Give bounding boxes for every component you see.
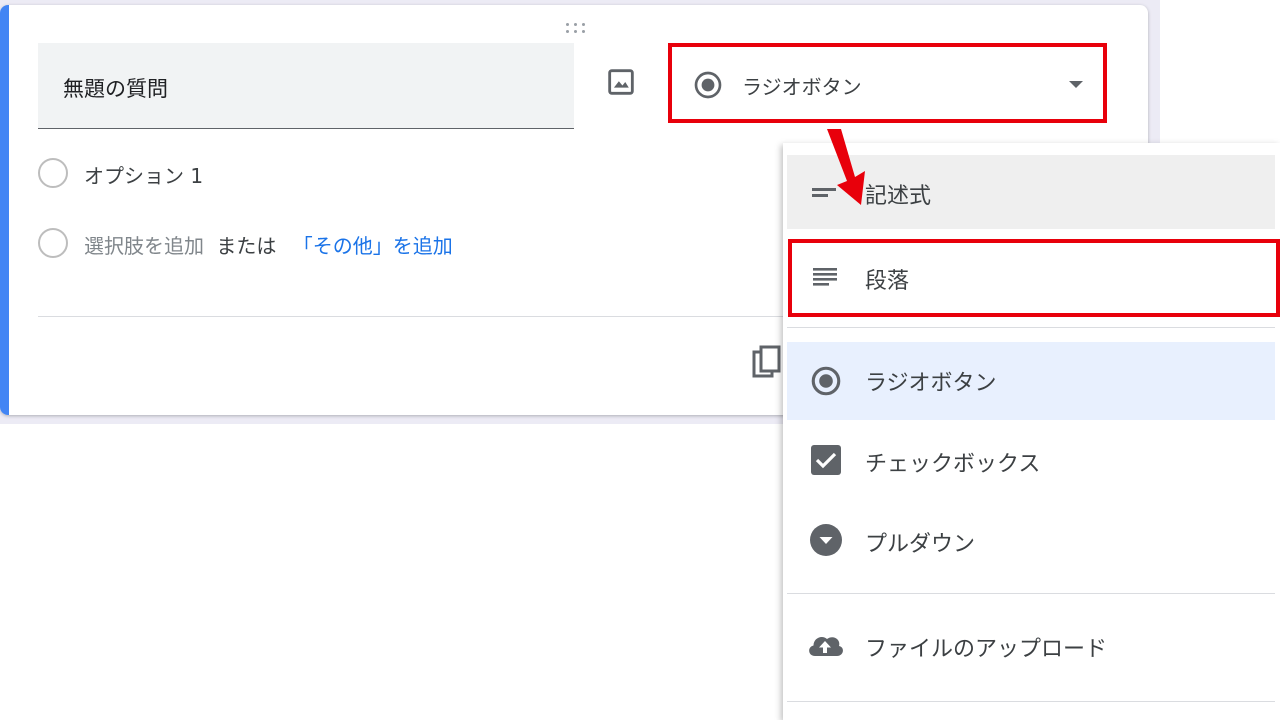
radio-circle-icon [38,228,68,258]
red-arrow-icon [827,129,865,205]
radio-button-icon [694,71,722,99]
radio-button-icon [811,366,841,396]
or-text: または [216,234,277,258]
add-option-link[interactable]: 選択肢を追加 [84,234,204,258]
question-type-menu: 記述式 段落 ラジオボタン チェックボックス プルダウン ファイルのアップロード [783,143,1280,720]
menu-separator [787,327,1275,328]
menu-item-label: チェックボックス [865,452,1041,477]
menu-item-checkbox[interactable]: チェックボックス [787,423,1275,497]
checkbox-icon [811,445,841,475]
menu-item-label: ラジオボタン [865,371,997,396]
dropdown-icon [810,524,842,556]
card-divider [38,316,788,317]
menu-item-label: ファイルのアップロード [865,637,1108,662]
menu-separator [787,593,1275,594]
chevron-down-icon [1069,81,1083,88]
duplicate-icon[interactable] [748,345,788,381]
menu-item-dropdown[interactable]: プルダウン [787,503,1275,577]
question-title-text: 無題の質問 [63,77,168,101]
menu-item-radio-button[interactable]: ラジオボタン [787,342,1275,420]
menu-item-file-upload[interactable]: ファイルのアップロード [787,608,1275,682]
annotation-highlight-box [788,239,1280,317]
card-accent-bar [0,5,9,415]
add-option-text: 選択肢を追加 または 「その他」を追加 [84,230,453,259]
question-type-dropdown[interactable]: ラジオボタン [668,43,1107,123]
drag-handle-icon[interactable] [565,22,587,34]
menu-item-label: プルダウン [865,532,976,557]
cloud-upload-icon [809,637,843,656]
add-other-link[interactable]: 「その他」を追加 [293,234,453,258]
menu-separator [787,701,1275,702]
question-title-field[interactable]: 無題の質問 [38,43,574,129]
question-type-label: ラジオボタン [742,75,862,99]
option-label[interactable]: オプション 1 [84,160,203,189]
radio-circle-icon [38,158,68,188]
add-image-icon[interactable] [604,65,638,99]
